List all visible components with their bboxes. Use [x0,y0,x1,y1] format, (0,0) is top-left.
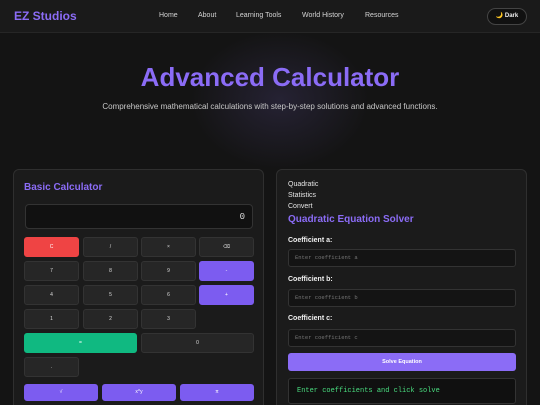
basic-calculator-title: Basic Calculator [24,182,103,193]
top-nav: EZ Studios Home About Learning Tools Wor… [0,0,540,33]
nav-link-learning-tools[interactable]: Learning Tools [236,12,281,19]
digit-9-button[interactable]: 9 [141,261,196,281]
coefficient-c-label: Coefficient c: [288,315,333,322]
logo[interactable]: EZ Studios [14,9,77,23]
power-button[interactable]: x^y [102,384,176,401]
pi-button[interactable]: π [180,384,254,401]
page-title: Advanced Calculator [140,62,400,92]
coefficient-b-input[interactable]: Enter coefficient b [288,289,516,307]
digit-0-button[interactable]: 0 [141,333,254,353]
mode-tab-convert[interactable]: Convert [288,203,313,210]
sqrt-button[interactable]: √ [24,384,98,401]
plus-button[interactable]: + [199,285,254,305]
basic-calculator-panel: Basic Calculator 0 C / × ⌫ 7 8 9 - 4 5 6… [13,169,264,405]
digit-1-button[interactable]: 1 [24,309,79,329]
divide-button[interactable]: / [83,237,138,257]
nav-link-about[interactable]: About [198,12,216,19]
digit-5-button[interactable]: 5 [83,285,138,305]
equals-button[interactable]: = [24,333,137,353]
page-subtitle: Comprehensive mathematical calculations … [102,102,438,111]
coefficient-a-input[interactable]: Enter coefficient a [288,249,516,267]
calculator-display: 0 [25,204,253,229]
nav-link-world-history[interactable]: World History [302,12,344,19]
digit-3-button[interactable]: 3 [141,309,196,329]
clear-button[interactable]: C [24,237,79,257]
nav-link-home[interactable]: Home [159,12,178,19]
quadratic-solver-title: Quadratic Equation Solver [288,214,414,225]
digit-8-button[interactable]: 8 [83,261,138,281]
coefficient-c-input[interactable]: Enter coefficient c [288,329,516,347]
digit-7-button[interactable]: 7 [24,261,79,281]
backspace-button[interactable]: ⌫ [199,237,254,257]
coefficient-a-label: Coefficient a: [288,237,333,244]
coefficient-b-label: Coefficient b: [288,276,333,283]
nav-link-resources[interactable]: Resources [365,12,398,19]
minus-button[interactable]: - [199,261,254,281]
decimal-button[interactable]: . [24,357,79,377]
solver-result-output: Enter coefficients and click solve [288,378,516,404]
solve-equation-button[interactable]: Solve Equation [288,353,516,371]
digit-2-button[interactable]: 2 [83,309,138,329]
multiply-button[interactable]: × [141,237,196,257]
mode-tab-quadratic[interactable]: Quadratic [288,181,318,188]
mode-tab-statistics[interactable]: Statistics [288,192,316,199]
theme-toggle-button[interactable]: 🌙 Dark [487,8,527,25]
digit-6-button[interactable]: 6 [141,285,196,305]
digit-4-button[interactable]: 4 [24,285,79,305]
advanced-solver-panel: Quadratic Statistics Convert Quadratic E… [276,169,527,405]
